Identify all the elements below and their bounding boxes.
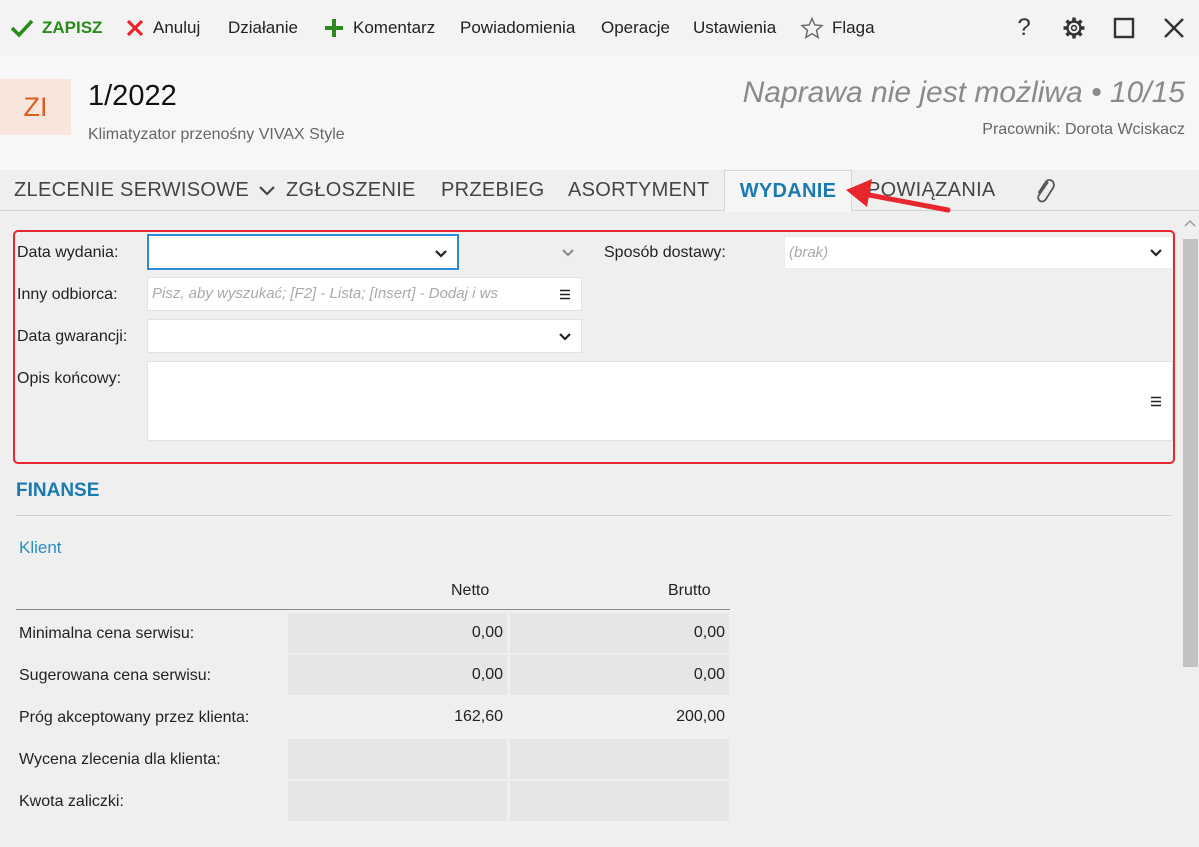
close-button[interactable] [1149, 0, 1199, 56]
other-recipient-placeholder: Pisz, aby wyszukać; [F2] - Lista; [Inser… [152, 285, 498, 302]
list-icon[interactable] [559, 289, 571, 300]
table-cell-netto[interactable]: 0,00 [288, 613, 507, 653]
finance-divider [16, 515, 1172, 516]
tab-zgloszenie-label: ZGŁOSZENIE [286, 179, 416, 201]
list-icon[interactable] [1150, 396, 1162, 407]
delivery-method-select[interactable]: (brak) [784, 236, 1173, 269]
x-icon [126, 19, 144, 37]
netto-column-header: Netto [451, 582, 490, 599]
action-label: Działanie [228, 18, 298, 37]
check-icon [10, 19, 34, 38]
window-controls: ? [999, 0, 1199, 56]
settings-label: Ustawienia [693, 18, 777, 37]
notifications-label: Powiadomienia [460, 18, 576, 37]
document-subtitle: Klimatyzator przenośny VIVAX Style [88, 126, 345, 143]
other-recipient-input[interactable]: Pisz, aby wyszukać; [F2] - Lista; [Inser… [147, 277, 582, 311]
operations-menu[interactable]: Operacje [601, 0, 670, 56]
star-icon [800, 17, 824, 39]
tab-service-order[interactable]: ZLECENIE SERWISOWE [14, 170, 276, 211]
save-button[interactable]: ZAPISZ [10, 0, 102, 56]
table-row-label: Próg akceptowany przez klienta: [19, 709, 250, 726]
tab-bar: ZLECENIE SERWISOWE ZGŁOSZENIE PRZEBIEG A… [0, 170, 1199, 212]
table-cell-brutto[interactable]: 200,00 [510, 697, 729, 737]
paperclip-icon [1037, 178, 1055, 202]
release-date-field[interactable] [147, 234, 459, 270]
worker-text: Pracownik: Dorota Wciskacz [982, 121, 1185, 138]
table-cell-brutto[interactable] [510, 781, 729, 821]
tab-wydanie-label: WYDANIE [739, 179, 837, 202]
annotation-arrow [846, 179, 951, 213]
tab-przebieg[interactable]: PRZEBIEG [441, 170, 545, 211]
table-cell-netto[interactable] [288, 739, 507, 779]
chevron-down-icon [562, 249, 574, 257]
table-row-label: Minimalna cena serwisu: [19, 625, 195, 642]
attachments-tab[interactable] [1032, 170, 1058, 211]
operations-label: Operacje [601, 18, 670, 37]
settings-menu[interactable]: Ustawienia [693, 0, 776, 56]
help-button[interactable]: ? [999, 0, 1049, 56]
brutto-column-header: Brutto [668, 582, 711, 599]
release-time-dropdown[interactable] [460, 236, 582, 269]
table-cell-brutto[interactable] [510, 739, 729, 779]
chevron-down-icon [1150, 249, 1162, 257]
finance-section-title: FINANSE [16, 480, 100, 501]
client-subsection-title: Klient [19, 538, 62, 557]
gear-icon [1063, 17, 1085, 39]
tab-service-order-label: ZLECENIE SERWISOWE [14, 179, 250, 201]
delivery-method-value: (brak) [789, 244, 829, 261]
tab-wydanie[interactable]: WYDANIE [724, 170, 852, 212]
final-description-label: Opis końcowy: [17, 370, 122, 387]
help-icon: ? [1017, 14, 1031, 41]
chevron-down-icon [559, 333, 571, 341]
comment-label: Komentarz [353, 18, 436, 37]
square-icon [1113, 17, 1135, 39]
release-date-label: Data wydania: [17, 244, 119, 261]
add-comment-button[interactable]: Komentarz [323, 0, 435, 56]
tab-asortyment-label: ASORTYMENT [568, 179, 710, 201]
tab-zgloszenie[interactable]: ZGŁOSZENIE [286, 170, 416, 211]
table-cell-brutto[interactable]: 0,00 [510, 655, 729, 695]
document-type-badge: ZI [0, 79, 71, 135]
document-header: ZI 1/2022 Klimatyzator przenośny VIVAX S… [0, 56, 1199, 170]
chevron-down-icon [259, 185, 275, 196]
maximize-button[interactable] [1099, 0, 1149, 56]
warranty-date-field[interactable] [147, 319, 582, 353]
tab-przebieg-label: PRZEBIEG [441, 179, 545, 201]
table-header-divider [16, 609, 730, 610]
document-number: 1/2022 [88, 80, 177, 112]
save-label: ZAPISZ [42, 18, 103, 37]
tab-asortyment[interactable]: ASORTYMENT [568, 170, 710, 211]
other-recipient-label: Inny odbiorca: [17, 286, 118, 303]
scrollbar-thumb[interactable] [1183, 239, 1198, 667]
table-cell-netto[interactable]: 162,60 [288, 697, 507, 737]
cancel-label: Anuluj [153, 18, 201, 37]
settings-button[interactable] [1049, 0, 1099, 56]
table-cell-brutto[interactable]: 0,00 [510, 613, 729, 653]
warranty-date-label: Data gwarancji: [17, 328, 128, 345]
flag-button[interactable]: Flaga [800, 0, 875, 56]
action-menu[interactable]: Działanie [228, 0, 298, 56]
plus-icon [325, 19, 343, 37]
status-text[interactable]: Naprawa nie jest możliwa • 10/15 [743, 76, 1185, 110]
cancel-button[interactable]: Anuluj [125, 0, 200, 56]
chevron-down-icon [435, 250, 447, 258]
delivery-method-label: Sposób dostawy: [604, 244, 726, 261]
table-row-label: Wycena zlecenia dla klienta: [19, 751, 221, 768]
table-row-label: Kwota zaliczki: [19, 793, 124, 810]
table-cell-netto[interactable] [288, 781, 507, 821]
close-icon [1164, 18, 1184, 38]
vertical-scrollbar[interactable] [1180, 215, 1199, 847]
table-cell-netto[interactable]: 0,00 [288, 655, 507, 695]
final-description-textarea[interactable] [147, 361, 1173, 441]
scroll-up-icon[interactable] [1184, 219, 1196, 227]
notifications-menu[interactable]: Powiadomienia [460, 0, 575, 56]
flag-label: Flaga [832, 18, 875, 37]
table-row-label: Sugerowana cena serwisu: [19, 667, 212, 684]
toolbar: ZAPISZ Anuluj Działanie Komentarz Powiad… [0, 0, 1199, 56]
